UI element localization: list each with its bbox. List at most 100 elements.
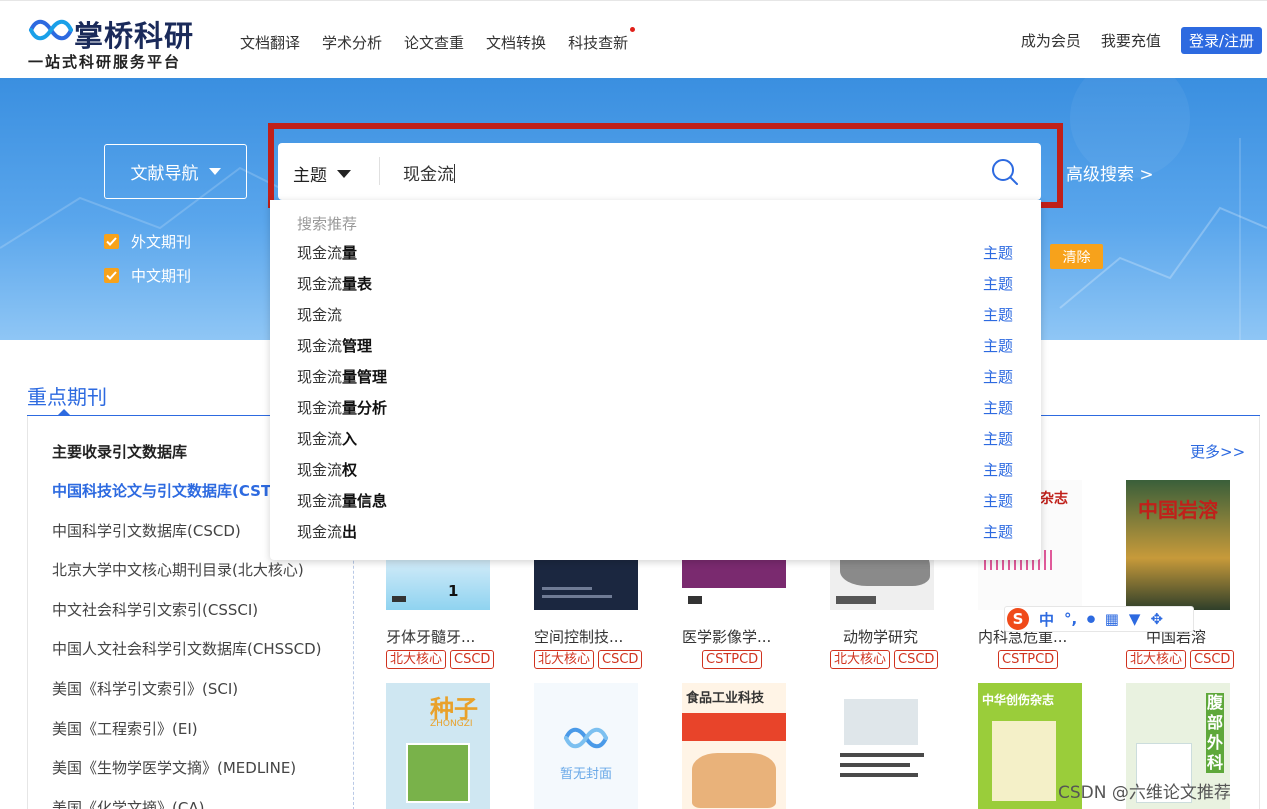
database-list-heading: 主要收录引文数据库 (52, 443, 188, 461)
suggestion-prefix: 现金流 (297, 244, 343, 262)
caret-down-icon (208, 168, 221, 175)
more-journals-link[interactable]: 更多>> (1190, 441, 1245, 462)
suggestion-item[interactable]: 现金流量表 主题 (270, 268, 1041, 299)
journal-name[interactable]: 医学影像学... (682, 626, 812, 647)
become-member-link[interactable]: 成为会员 (1021, 30, 1081, 51)
suggestion-text: 现金流 (297, 304, 342, 325)
database-item[interactable]: 美国《生物学医学文摘》(MEDLINE) (52, 757, 296, 778)
index-badge: CSCD (598, 650, 643, 669)
suggestion-field-tag: 主题 (983, 461, 1014, 479)
database-item[interactable]: 中国科学引文数据库(CSCD) (52, 520, 241, 541)
nav-convert[interactable]: 文档转换 (486, 32, 546, 53)
suggestion-field-tag: 主题 (983, 337, 1014, 355)
index-badge: CSCD (450, 650, 495, 669)
database-item[interactable]: 中国人文社会科学引文数据库(CHSSCD) (52, 638, 322, 659)
nav-plagiarism-check[interactable]: 论文查重 (404, 32, 464, 53)
journal-name[interactable]: 牙体牙髓牙... (386, 626, 516, 647)
nav-novelty-label: 科技查新 (568, 34, 629, 52)
filter-foreign-journals[interactable]: 外文期刊 (104, 231, 191, 252)
clear-button[interactable]: 清除 (1050, 244, 1103, 269)
suggestion-item[interactable]: 现金流 主题 (270, 299, 1041, 330)
database-item[interactable]: 美国《科学引文索引》(SCI) (52, 678, 238, 699)
journal-name[interactable]: 动物学研究 (843, 626, 973, 647)
suggestion-item[interactable]: 现金流量管理 主题 (270, 361, 1041, 392)
suggestion-prefix: 现金流 (297, 523, 343, 541)
suggestion-item[interactable]: 现金流量信息 主题 (270, 485, 1041, 516)
top-header: 掌桥科研 一站式科研服务平台 文档翻译 学术分析 论文查重 文档转换 科技查新 … (0, 0, 1267, 78)
journal-badges: CSTPCD (702, 650, 763, 669)
index-badge: CSCD (894, 650, 939, 669)
suggestion-suffix: 权 (342, 461, 358, 479)
skin-icon: ▼ (1128, 610, 1141, 628)
placeholder-logo-icon (564, 727, 608, 749)
no-cover-label: 暂无封面 (559, 767, 612, 782)
database-item[interactable]: 中国科技论文与引文数据库(CST (52, 480, 271, 501)
suggestion-text: 现金流量管理 (297, 366, 387, 387)
journal-badges: 北大核心 CSCD (830, 650, 939, 669)
suggestion-field-tag: 主题 (983, 399, 1014, 417)
suggestion-item[interactable]: 现金流量 主题 (270, 237, 1041, 268)
login-register-button[interactable]: 登录/注册 (1180, 27, 1262, 54)
journal-badges: CSTPCD (998, 650, 1059, 669)
suggestion-item[interactable]: 现金流入 主题 (270, 423, 1041, 454)
nav-novelty-search[interactable]: 科技查新 (568, 27, 636, 53)
journal-name[interactable]: 空间控制技... (534, 626, 664, 647)
account-links: 成为会员 我要充值 登录/注册 (1021, 27, 1267, 54)
journal-cover-7[interactable]: 种子 ZHONGZI (386, 683, 490, 809)
site-logo[interactable]: 掌桥科研 一站式科研服务平台 (28, 11, 198, 71)
journal-cover-8[interactable]: 暂无封面 (534, 683, 638, 809)
suggestion-item[interactable]: 现金流管理 主题 (270, 330, 1041, 361)
index-badge: CSCD (1190, 650, 1235, 669)
literature-nav-label: 文献导航 (130, 164, 199, 184)
database-item[interactable]: 美国《工程索引》(EI) (52, 718, 198, 739)
suggestion-field-tag: 主题 (983, 430, 1014, 448)
suggestion-item[interactable]: 现金流权 主题 (270, 454, 1041, 485)
grid-menu-icon: ✥ (1150, 610, 1164, 628)
nav-translate[interactable]: 文档翻译 (240, 32, 300, 53)
suggestion-suffix: 入 (342, 430, 358, 448)
journal-badges: 北大核心 CSCD (1126, 650, 1235, 669)
filter-chinese-journals[interactable]: 中文期刊 (104, 265, 191, 286)
suggestion-item[interactable]: 现金流量分析 主题 (270, 392, 1041, 423)
ime-mode-label: 中 (1039, 610, 1055, 629)
literature-nav-dropdown[interactable]: 文献导航 (104, 144, 247, 199)
recharge-link[interactable]: 我要充值 (1101, 30, 1161, 51)
journal-cover-10[interactable] (830, 683, 934, 809)
suggestion-text: 现金流管理 (297, 335, 372, 356)
index-badge: 北大核心 (386, 650, 447, 669)
suggestion-prefix: 现金流 (297, 492, 343, 510)
suggestion-prefix: 现金流 (297, 430, 343, 448)
cover-title: 食品工业科技 (686, 691, 765, 706)
database-item[interactable]: 北京大学中文核心期刊目录(北大核心) (52, 559, 304, 580)
filter-label: 中文期刊 (131, 267, 192, 285)
suggestion-field-tag: 主题 (983, 523, 1014, 541)
index-badge: 北大核心 (1126, 650, 1187, 669)
suggestion-text: 现金流权 (297, 459, 357, 480)
database-item[interactable]: 美国《化学文摘》(CA) (52, 797, 204, 809)
cover-title: 中国岩溶 (1138, 498, 1218, 522)
database-item[interactable]: 中文社会科学引文索引(CSSCI) (52, 599, 258, 620)
index-badge: CSTPCD (998, 650, 1059, 669)
suggestion-text: 现金流量 (297, 242, 357, 263)
cover-title: 杂志 (1040, 491, 1068, 507)
suggestion-heading: 搜索推荐 (297, 215, 358, 233)
journal-badges: 北大核心 CSCD (534, 650, 643, 669)
index-badge: 北大核心 (534, 650, 595, 669)
journal-cover-9[interactable]: 食品工业科技 (682, 683, 786, 809)
suggestion-item[interactable]: 现金流出 主题 (270, 516, 1041, 547)
advanced-search-link[interactable]: 高级搜索 > (1066, 160, 1154, 185)
suggestion-suffix: 量分析 (342, 399, 388, 417)
suggestion-prefix: 现金流 (297, 275, 343, 293)
microphone-icon: ⏺ (1087, 610, 1095, 628)
journal-cover-6[interactable]: 中国岩溶 (1126, 480, 1230, 610)
nav-analysis[interactable]: 学术分析 (322, 32, 382, 53)
suggestion-suffix: 出 (342, 523, 358, 541)
logo-wave-icon (29, 19, 73, 41)
suggestion-field-tag: 主题 (983, 244, 1014, 262)
logo-subtitle: 一站式科研服务平台 (28, 53, 182, 71)
suggestion-text: 现金流量信息 (297, 490, 387, 511)
suggestion-field-tag: 主题 (983, 306, 1014, 324)
cover-issue-number: 1 (448, 582, 459, 600)
suggestion-dropdown: 搜索推荐 现金流量 主题 现金流量表 主题 现金流 主题 现金流管理 主题 现金流量管理 主题 现金… (270, 200, 1041, 560)
ime-toolbar[interactable]: S 中 °, ⏺ ▦ ▼ ✥ (1004, 606, 1194, 632)
